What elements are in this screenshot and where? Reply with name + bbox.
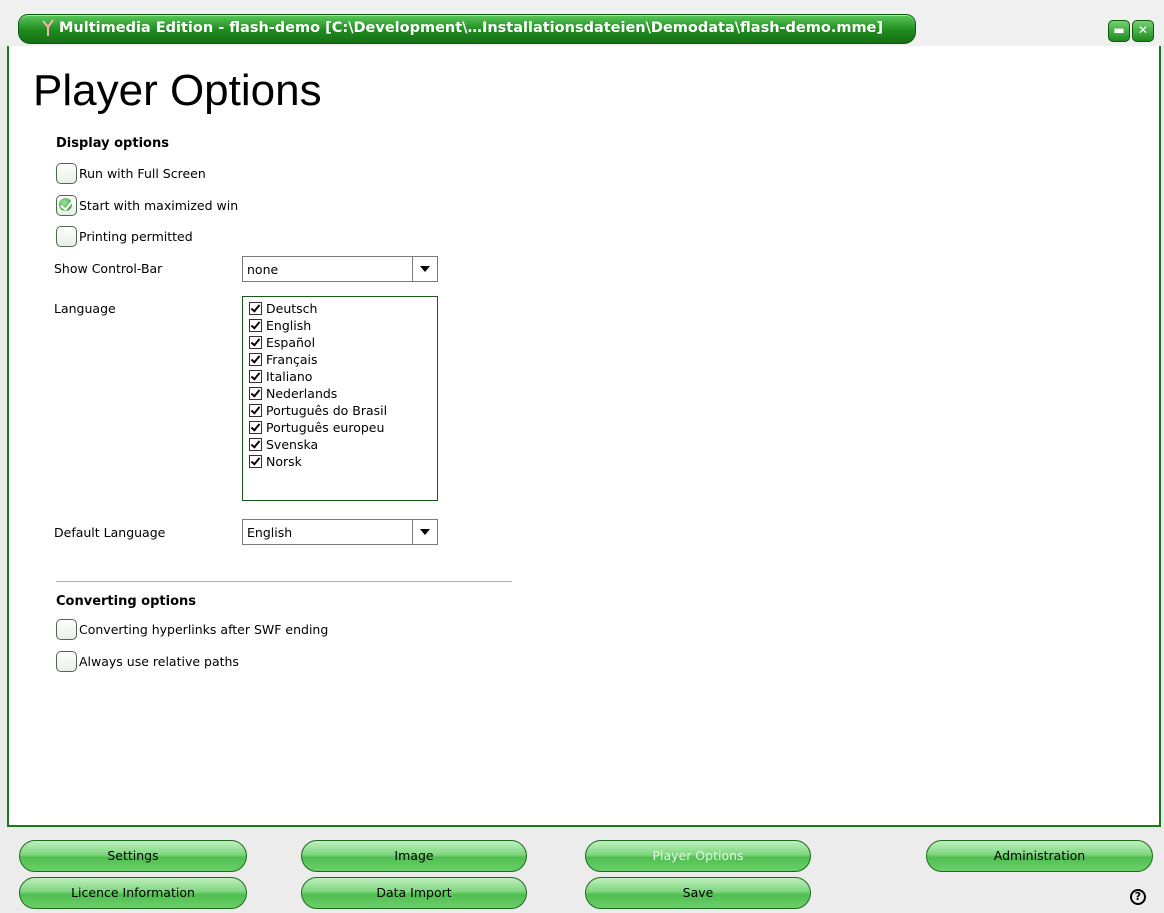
maximized-checkbox[interactable] [56,194,77,216]
converting-options-heading: Converting options [56,594,197,609]
language-checkbox[interactable] [249,455,262,468]
language-item[interactable]: Português europeu [249,419,384,436]
close-icon[interactable]: ✕ [1132,20,1154,42]
title-bar: Multimedia Edition - flash-demo [C:\Deve… [0,0,1164,46]
image-button[interactable]: Image [301,840,527,872]
language-name: Deutsch [266,301,318,316]
language-checkbox[interactable] [249,438,262,451]
control-bar-label: Show Control-Bar [54,261,163,276]
language-item[interactable]: Español [249,334,315,351]
language-checkbox[interactable] [249,319,262,332]
settings-button[interactable]: Settings [19,840,247,872]
full-screen-option[interactable]: Run with Full Screen [56,162,206,184]
language-checkbox[interactable] [249,421,262,434]
maximized-label: Start with maximized win [79,197,239,213]
full-screen-label: Run with Full Screen [79,165,206,181]
administration-button[interactable]: Administration [926,840,1153,872]
full-screen-checkbox[interactable] [56,162,77,184]
default-language-value: English [247,525,293,540]
language-name: English [266,318,312,333]
licence-information-button[interactable]: Licence Information [19,877,247,909]
language-checkbox[interactable] [249,387,262,400]
language-item[interactable]: Svenska [249,436,318,453]
default-language-label: Default Language [54,525,166,540]
chevron-down-icon[interactable] [412,257,437,281]
window-controls: ▬ ✕ [1108,20,1154,42]
language-item[interactable]: Deutsch [249,300,317,317]
language-item[interactable]: Norsk [249,453,302,470]
language-item[interactable]: Italiano [249,368,312,385]
page-title: Player Options [33,66,322,115]
relative-paths-checkbox[interactable] [56,650,77,672]
language-name: Norsk [266,454,302,469]
main-panel: Player Options Display options Run with … [7,46,1161,827]
language-list[interactable]: Deutsch English Español Français Italian… [242,296,438,501]
language-name: Português do Brasil [266,403,388,418]
section-divider [56,581,512,582]
display-options-heading: Display options [56,136,169,151]
printing-checkbox[interactable] [56,225,77,247]
data-import-button[interactable]: Data Import [301,877,527,909]
save-button[interactable]: Save [585,877,811,909]
language-checkbox[interactable] [249,404,262,417]
help-icon[interactable]: ? [1130,889,1146,905]
language-name: Nederlands [266,386,338,401]
language-checkbox[interactable] [249,370,262,383]
player-options-button[interactable]: Player Options [585,840,811,872]
printing-option[interactable]: Printing permitted [56,225,193,247]
hyperlinks-option[interactable]: Converting hyperlinks after SWF ending [56,618,328,640]
language-item[interactable]: Português do Brasil [249,402,387,419]
chevron-down-icon[interactable] [412,520,437,544]
window-title: Multimedia Edition - flash-demo [C:\Deve… [59,20,884,36]
hyperlinks-checkbox[interactable] [56,618,77,640]
relative-paths-label: Always use relative paths [79,653,239,669]
printing-label: Printing permitted [79,228,193,244]
relative-paths-option[interactable]: Always use relative paths [56,650,239,672]
app-logo-icon [42,19,54,36]
title-tab[interactable]: Multimedia Edition - flash-demo [C:\Deve… [18,14,916,44]
language-item[interactable]: English [249,317,311,334]
language-name: Français [266,352,318,367]
language-item[interactable]: Français [249,351,318,368]
language-label: Language [54,301,116,316]
hyperlinks-label: Converting hyperlinks after SWF ending [79,621,329,637]
language-item[interactable]: Nederlands [249,385,337,402]
control-bar-select[interactable]: none [242,256,438,282]
minimize-icon[interactable]: ▬ [1108,20,1130,42]
language-checkbox[interactable] [249,353,262,366]
language-checkbox[interactable] [249,302,262,315]
language-name: Italiano [266,369,313,384]
app-window: Multimedia Edition - flash-demo [C:\Deve… [0,0,1164,913]
language-name: Português europeu [266,420,385,435]
language-name: Svenska [266,437,319,452]
maximized-option[interactable]: Start with maximized win [56,194,244,216]
default-language-select[interactable]: English [242,519,438,545]
language-name: Español [266,335,316,350]
control-bar-value: none [247,262,279,277]
language-checkbox[interactable] [249,336,262,349]
